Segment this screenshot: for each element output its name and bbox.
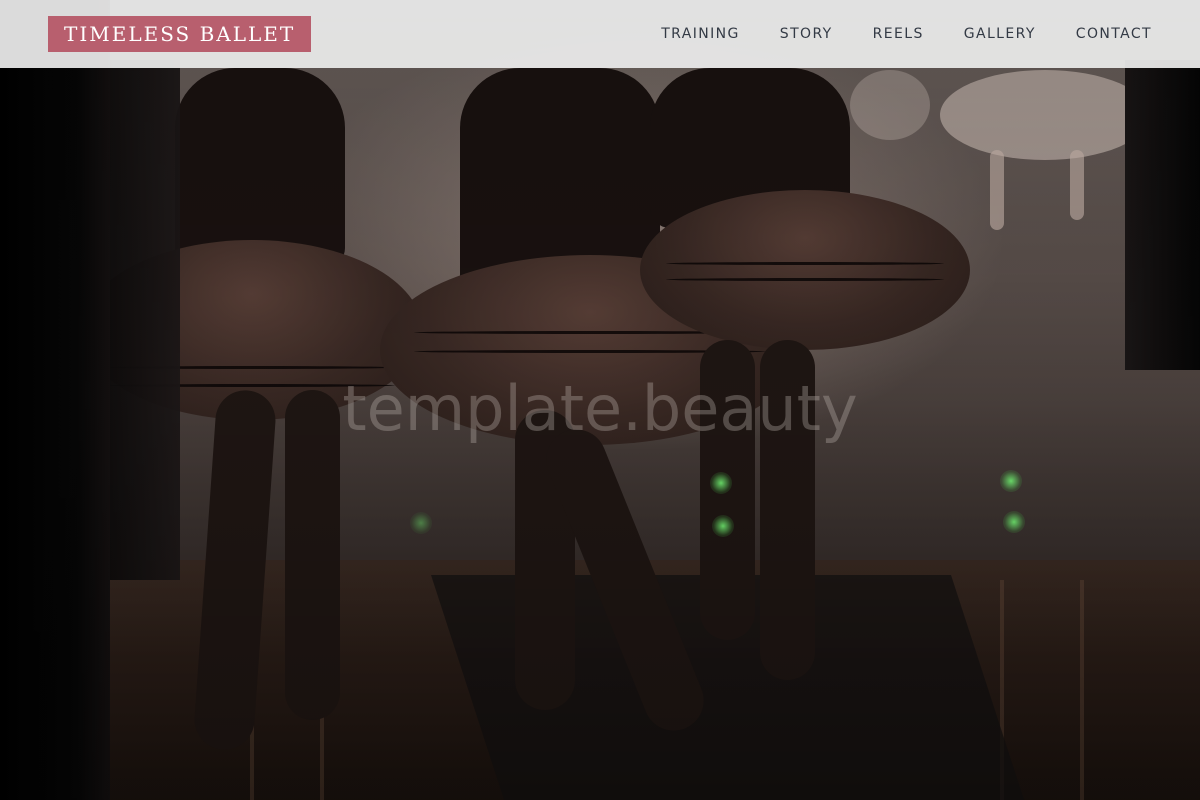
- hero-background: template.beauty: [0, 0, 1200, 800]
- nav-link-gallery[interactable]: GALLERY: [924, 26, 1036, 42]
- nav-links: TRAINING STORY REELS GALLERY CONTACT: [621, 26, 1152, 42]
- nav-link-contact[interactable]: CONTACT: [1036, 26, 1152, 42]
- watermark-text: template.beauty: [342, 372, 858, 445]
- brand-logo-link[interactable]: TIMELESS BALLET: [48, 16, 312, 52]
- nav-link-story[interactable]: STORY: [740, 26, 833, 42]
- nav-link-reels[interactable]: REELS: [833, 26, 924, 42]
- nav-link-training[interactable]: TRAINING: [621, 26, 740, 42]
- top-navigation-bar: TIMELESS BALLET TRAINING STORY REELS GAL…: [0, 0, 1200, 68]
